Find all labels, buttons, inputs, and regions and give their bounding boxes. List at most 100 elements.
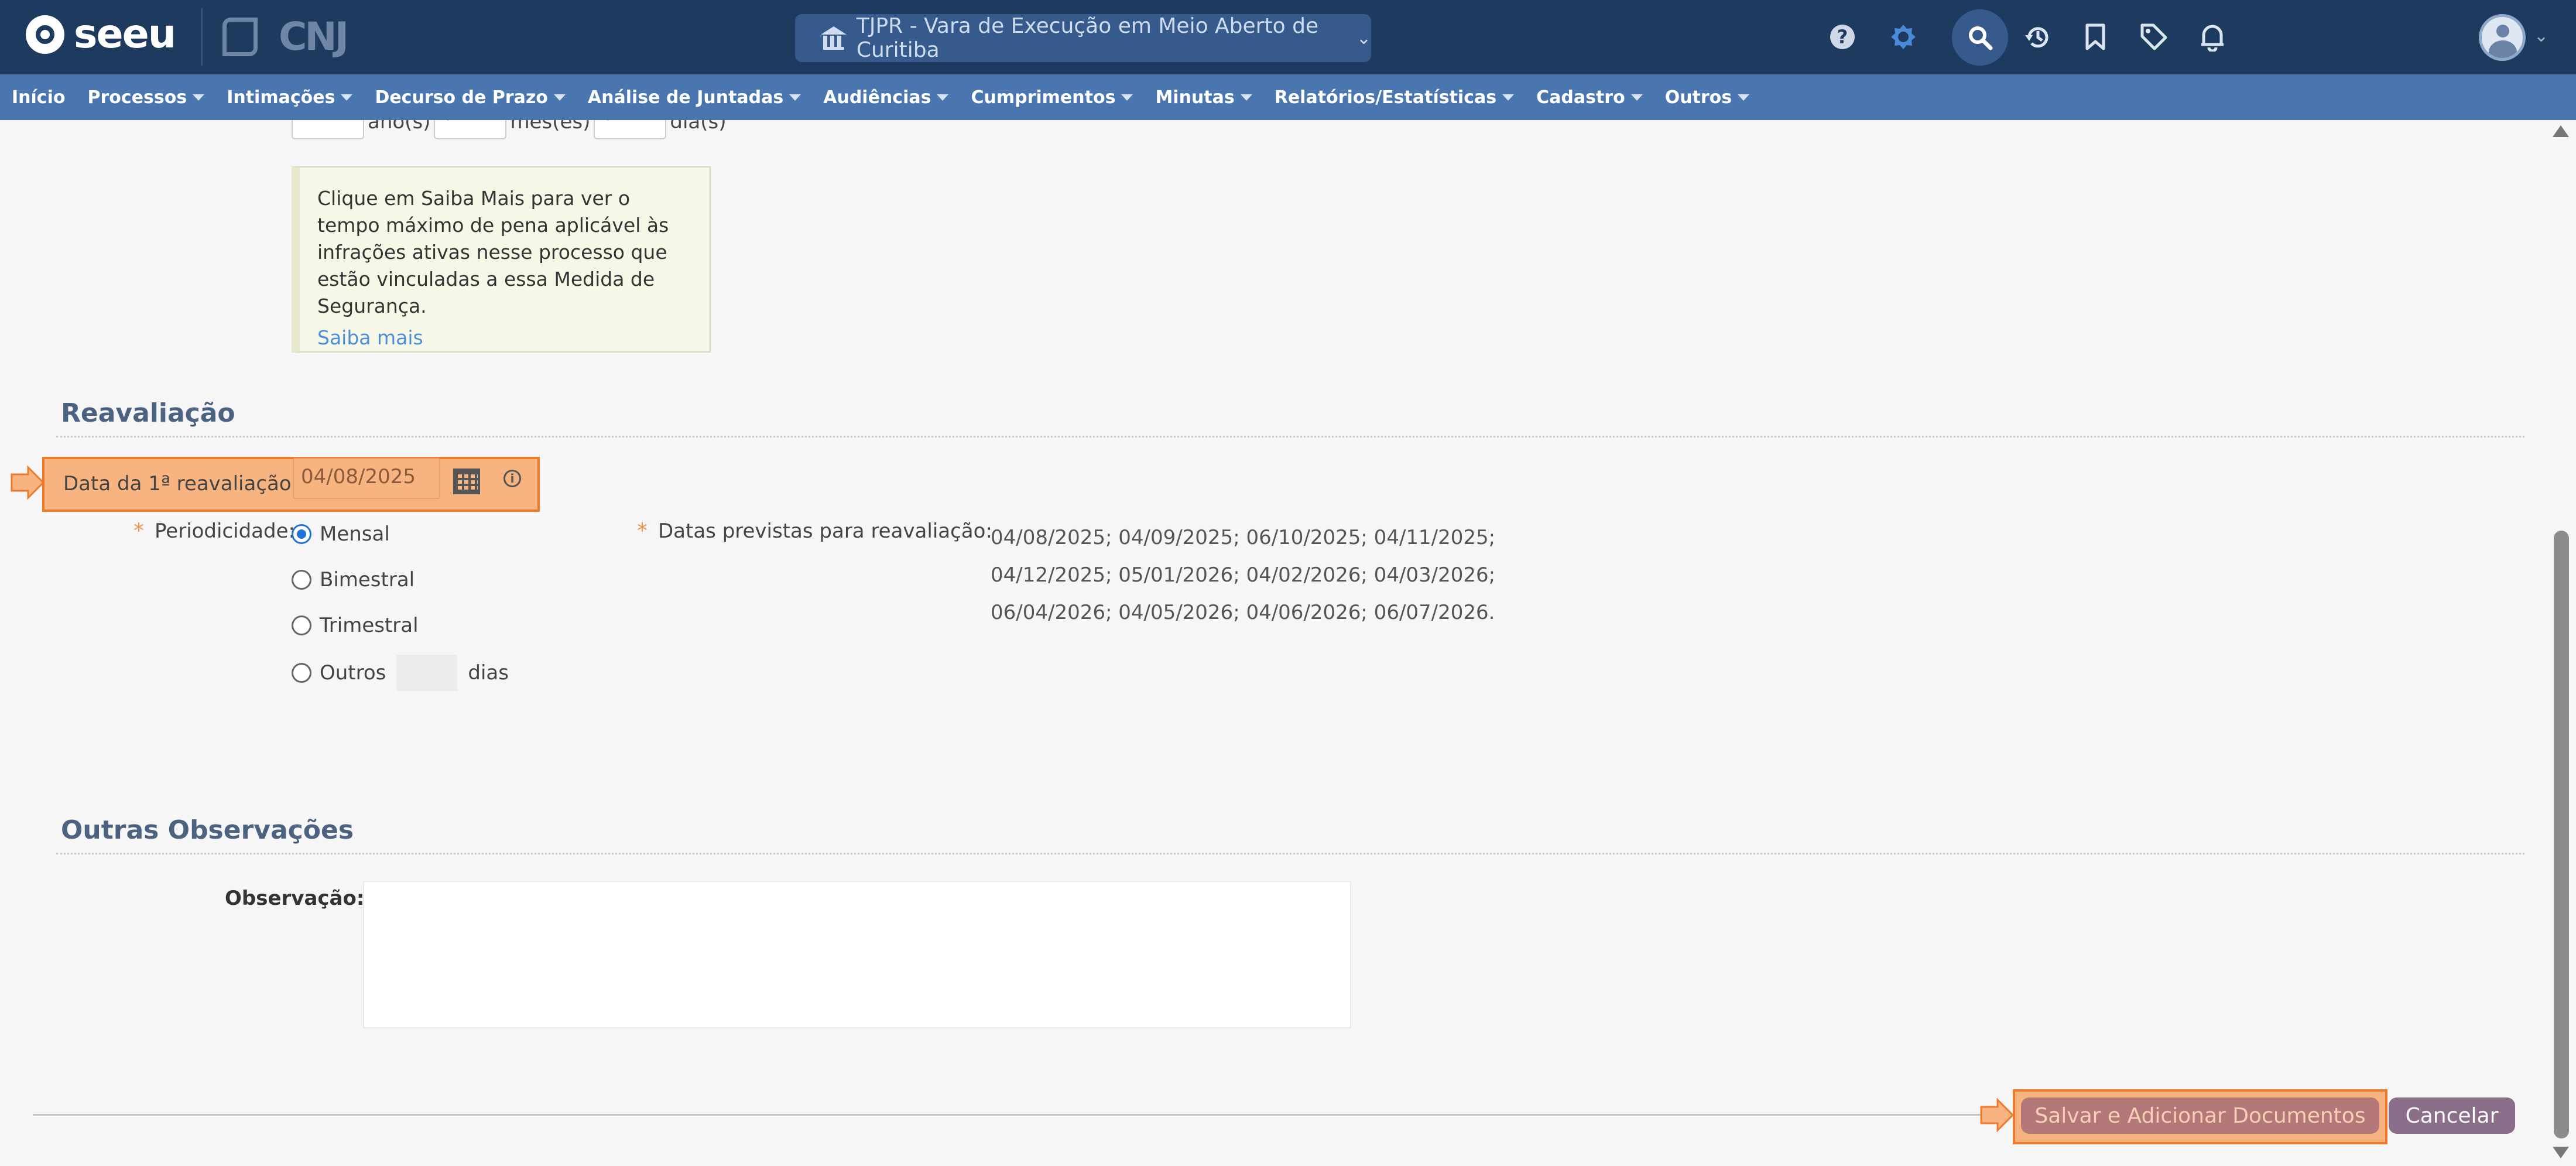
caret-down-icon xyxy=(1738,94,1750,101)
scheduled-dates-line: 04/08/2025; 04/09/2025; 06/10/2025; 04/1… xyxy=(991,526,1496,549)
caret-down-icon xyxy=(341,94,353,101)
radio-button[interactable] xyxy=(292,663,311,683)
history-button[interactable] xyxy=(2017,16,2058,57)
court-selector[interactable]: TJPR - Vara de Execução em Meio Aberto d… xyxy=(795,14,1371,62)
section-divider xyxy=(56,853,2524,854)
radio-button[interactable] xyxy=(292,570,311,590)
tags-button[interactable] xyxy=(2133,16,2174,57)
logo-text: seeu xyxy=(74,11,176,57)
search-button[interactable] xyxy=(1952,9,2008,66)
required-asterisk: * xyxy=(637,519,648,543)
menu-item-label: Decurso de Prazo xyxy=(375,87,548,108)
caret-down-icon xyxy=(1240,94,1252,101)
menu-item-outros[interactable]: Outros xyxy=(1664,87,1750,108)
menu-item-relatorios[interactable]: Relatórios/Estatísticas xyxy=(1274,87,1515,108)
radio-label: Bimestral xyxy=(320,568,415,591)
periodicidade-label-text: Periodicidade: xyxy=(155,519,295,543)
saiba-mais-link[interactable]: Saiba mais xyxy=(317,324,693,351)
datas-previstas-label: * Datas previstas para reavaliação: xyxy=(637,519,992,543)
menu-item-inicio[interactable]: Início xyxy=(12,87,65,108)
highlight-arrow-icon xyxy=(1980,1097,2015,1133)
info-icon[interactable]: i xyxy=(503,470,521,487)
scroll-up-arrow-icon[interactable] xyxy=(2553,125,2569,137)
courthouse-icon xyxy=(821,26,847,50)
user-avatar[interactable] xyxy=(2479,14,2526,61)
menu-item-label: Processos xyxy=(87,87,187,108)
radio-label: Mensal xyxy=(320,522,390,546)
cancel-button[interactable]: Cancelar xyxy=(2389,1097,2515,1134)
menu-item-label: Análise de Juntadas xyxy=(587,87,784,108)
radio-button-checked[interactable] xyxy=(292,524,311,544)
cnj-mark-icon xyxy=(222,18,258,56)
court-selector-label: TJPR - Vara de Execução em Meio Aberto d… xyxy=(856,14,1319,62)
menu-item-label: Cumprimentos xyxy=(971,87,1116,108)
menu-item-label: Intimações xyxy=(227,87,335,108)
main-menu: Início Processos Intimações Decurso de P… xyxy=(0,74,2576,120)
theme-toggle-button[interactable] xyxy=(1883,16,1924,57)
history-icon xyxy=(2025,27,2049,48)
help-button[interactable]: ? xyxy=(1822,16,1863,57)
seeu-logo[interactable]: seeu xyxy=(26,11,176,57)
section-title-outras-observacoes: Outras Observações xyxy=(61,815,354,845)
menu-item-analise-de-juntadas[interactable]: Análise de Juntadas xyxy=(588,87,801,108)
datas-previstas-label-text: Datas previstas para reavaliação: xyxy=(658,519,992,543)
info-box-text: Clique em Saiba Mais para ver o tempo má… xyxy=(317,187,669,317)
caret-down-icon xyxy=(1121,94,1133,101)
caret-down-icon xyxy=(553,94,566,101)
menu-item-label: Minutas xyxy=(1155,87,1235,108)
radio-mensal[interactable]: Mensal xyxy=(292,522,390,546)
radio-outros[interactable]: Outros dias xyxy=(292,655,509,691)
outros-days-input[interactable] xyxy=(396,655,458,691)
scheduled-dates-list: 04/08/2025; 04/09/2025; 06/10/2025; 04/1… xyxy=(991,519,1517,631)
menu-item-label: Início xyxy=(12,87,66,108)
seeu-gear-icon xyxy=(26,15,64,54)
menu-item-minutas[interactable]: Minutas xyxy=(1155,87,1252,108)
caret-down-icon xyxy=(193,94,205,101)
brightness-icon xyxy=(1891,25,1916,49)
radio-trimestral[interactable]: Trimestral xyxy=(292,614,419,637)
radio-button[interactable] xyxy=(292,616,311,635)
radio-label: Trimestral xyxy=(320,614,419,637)
max-penalty-info-box: Clique em Saiba Mais para ver o tempo má… xyxy=(292,166,711,353)
logo-divider xyxy=(201,8,203,66)
observacao-textarea[interactable] xyxy=(363,881,1351,1028)
tag-icon xyxy=(2140,23,2167,50)
first-reevaluation-date-input[interactable]: 04/08/2025 xyxy=(293,458,440,499)
scroll-down-arrow-icon[interactable] xyxy=(2553,1147,2569,1158)
observacao-label: Observação: xyxy=(225,887,365,910)
menu-item-label: Outros xyxy=(1664,87,1732,108)
caret-down-icon xyxy=(1502,94,1515,101)
required-asterisk: * xyxy=(133,519,144,543)
menu-item-label: Relatórios/Estatísticas xyxy=(1274,87,1497,108)
user-menu-chevron-icon[interactable]: ⌄ xyxy=(2534,26,2548,46)
highlight-arrow-icon xyxy=(11,465,45,500)
first-reevaluation-label: Data da 1ª reavaliação: xyxy=(63,472,299,495)
search-icon xyxy=(1969,26,1993,50)
help-icon: ? xyxy=(1830,25,1855,49)
notifications-button[interactable] xyxy=(2192,16,2233,57)
menu-item-label: Audiências xyxy=(823,87,931,108)
menu-item-intimacoes[interactable]: Intimações xyxy=(227,87,353,108)
menu-item-processos[interactable]: Processos xyxy=(87,87,205,108)
menu-item-cadastro[interactable]: Cadastro xyxy=(1536,87,1643,108)
bell-icon xyxy=(2201,25,2224,52)
scheduled-dates-line: 04/12/2025; 05/01/2026; 04/02/2026; 04/0… xyxy=(991,563,1496,587)
scrollbar-thumb[interactable] xyxy=(2554,531,2569,1138)
section-divider xyxy=(56,436,2524,437)
menu-item-audiencias[interactable]: Audiências xyxy=(823,87,949,108)
scheduled-dates-line: 06/04/2026; 04/05/2026; 04/06/2026; 06/0… xyxy=(991,601,1495,624)
calendar-icon[interactable] xyxy=(453,469,480,494)
outros-days-suffix: dias xyxy=(468,661,509,685)
bookmark-icon xyxy=(2085,23,2105,50)
menu-item-cumprimentos[interactable]: Cumprimentos xyxy=(971,87,1133,108)
footer-divider xyxy=(33,1114,1988,1116)
radio-label: Outros xyxy=(320,661,386,685)
caret-down-icon xyxy=(937,94,949,101)
cnj-logo: CNJ xyxy=(279,14,349,59)
menu-item-decurso-de-prazo[interactable]: Decurso de Prazo xyxy=(375,87,566,108)
radio-bimestral[interactable]: Bimestral xyxy=(292,568,415,591)
chevron-down-icon: ⌄ xyxy=(1356,28,1371,49)
caret-down-icon xyxy=(789,94,801,101)
bookmark-button[interactable] xyxy=(2075,16,2116,57)
save-and-add-documents-button[interactable]: Salvar e Adicionar Documentos xyxy=(2021,1097,2379,1134)
